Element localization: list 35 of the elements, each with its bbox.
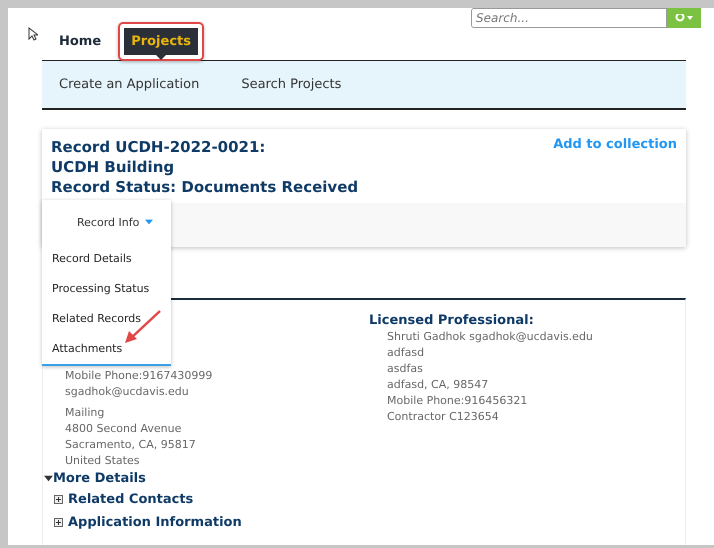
more-details-toggle[interactable]: More Details: [44, 471, 242, 486]
sub-nav-link[interactable]: Create an Application: [59, 77, 200, 92]
contact-line: Mobile Phone:9167430999: [65, 368, 214, 384]
collapsible-section[interactable]: Related Contacts: [54, 490, 242, 509]
professional-line: Mobile Phone:916456321: [387, 393, 528, 409]
contact-line: sgadhok@ucdavis.edu: [65, 384, 190, 400]
caret-icon: [44, 474, 53, 483]
record-title: Record UCDH-2022-0021:: [51, 137, 266, 157]
professional-line: Shruti Gadhok sgadhok@ucdavis.edu: [387, 329, 594, 345]
nav-tab[interactable]: Projects: [124, 28, 198, 54]
sub-nav-link[interactable]: Search Projects: [241, 77, 342, 92]
menu-item[interactable]: Processing Status: [42, 274, 171, 304]
address-line: Sacramento, CA, 95817: [65, 437, 197, 453]
nav-tab[interactable]: Home: [52, 28, 108, 54]
menu-item[interactable]: Record Details: [42, 244, 171, 274]
professional-line: adfasd: [387, 345, 426, 361]
search-button[interactable]: [667, 8, 701, 28]
professional-line: Contractor C123654: [387, 409, 500, 425]
collapsible-section[interactable]: Application Information: [54, 513, 242, 532]
address-line: 4800 Second Avenue: [65, 421, 182, 437]
caret-icon: [145, 218, 154, 226]
address-line: United States: [65, 453, 140, 469]
address-line: Mailing: [65, 405, 106, 421]
section-heading: Licensed Professional:: [369, 313, 535, 328]
pointer-icon: [156, 54, 166, 60]
menu-item[interactable]: Attachments: [42, 334, 171, 364]
professional-line: asdfas: [387, 361, 424, 377]
menu-item[interactable]: Related Records: [42, 304, 171, 334]
cursor-icon: [28, 27, 38, 41]
search-field[interactable]: Search...: [471, 8, 667, 28]
professional-line: adfasd, CA, 98547: [387, 377, 490, 393]
search-icon: [675, 14, 693, 22]
record-title: Record Status: Documents Received: [51, 177, 358, 197]
record-info-button[interactable]: Record Info: [42, 200, 171, 244]
record-title: UCDH Building: [51, 157, 176, 177]
